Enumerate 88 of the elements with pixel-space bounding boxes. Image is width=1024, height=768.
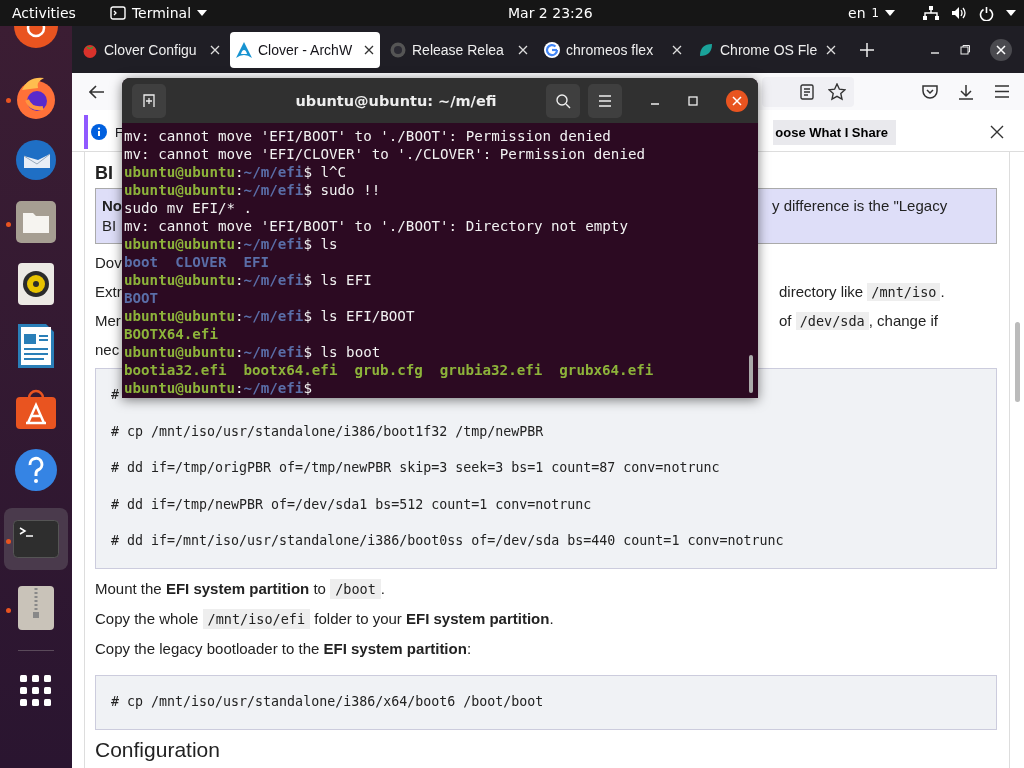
activities-button[interactable]: Activities <box>12 5 76 21</box>
terminal-line: ubuntu@ubuntu:~/m/efi$ l^C <box>124 163 348 181</box>
clock[interactable]: Mar 2 23:26 <box>508 5 593 21</box>
terminal-line: mv: cannot move 'EFI/BOOT' to './BOOT': Directory not empty <box>124 217 629 235</box>
close-icon[interactable] <box>726 89 748 112</box>
menu-icon[interactable] <box>994 85 1010 98</box>
paragraph-text: Copy the legacy bootloader to the EFI system partition: <box>95 638 473 659</box>
folder-icon <box>16 201 56 243</box>
paragraph-text: Copy the whole /mnt/iso/efi folder to your EFI system partition. <box>95 608 555 629</box>
app-grid-icon[interactable] <box>20 675 52 707</box>
document-icon <box>18 324 54 368</box>
paragraph-text: directory like /mnt/iso . <box>779 282 945 302</box>
paragraph-text: Mer <box>95 311 121 331</box>
back-arrow-icon[interactable] <box>89 84 105 99</box>
terminal-line: ubuntu@ubuntu:~/m/efi$ sudo !! <box>124 181 382 199</box>
notification-text: F <box>115 124 123 140</box>
app-menu[interactable]: Terminal <box>109 5 208 21</box>
arch-logo-icon <box>236 41 252 58</box>
browser-tab[interactable]: Release Relea <box>384 31 534 68</box>
menu-button[interactable] <box>588 83 622 118</box>
note-text: y difference is the "Legacy <box>772 196 948 216</box>
browser-tab[interactable]: chromeos flex <box>538 31 688 68</box>
scrollbar-thumb[interactable] <box>749 355 753 393</box>
paragraph-text: nec <box>95 340 120 360</box>
pocket-icon[interactable] <box>922 84 938 99</box>
star-icon[interactable] <box>828 82 846 101</box>
close-icon[interactable] <box>364 44 374 55</box>
terminal-line: bootia32.efi bootx64.efi grub.cfg grubia32.efi grubx64.efi <box>124 361 655 379</box>
paragraph-text: of /dev/sda , change if <box>779 311 938 331</box>
new-tab-icon <box>141 92 157 109</box>
terminal-line: ubuntu@ubuntu:~/m/efi$ ls <box>124 235 339 253</box>
section-heading: Configuration <box>95 737 220 761</box>
terminal-line: ubuntu@ubuntu:~/m/efi$ ls boot <box>124 343 382 361</box>
browser-tab[interactable]: Clover Configu <box>76 31 226 68</box>
help-icon <box>14 448 58 492</box>
scrollbar-thumb[interactable] <box>1015 322 1020 402</box>
speaker-icon <box>18 263 54 305</box>
address-bar[interactable] <box>762 76 854 107</box>
volume-icon[interactable] <box>951 6 967 20</box>
section-heading: BI <box>95 162 113 185</box>
info-icon <box>91 124 107 140</box>
code-line: # cp /mnt/iso/usr/standalone/i386/x64/boot6 /boot/boot <box>111 692 544 711</box>
caret-icon[interactable] <box>1006 10 1016 16</box>
terminal-line: ubuntu@ubuntu:~/m/efi$ <box>124 379 313 397</box>
terminal-line: mv: cannot move 'EFI/BOOT' to './BOOT': Permission denied <box>124 127 612 145</box>
paragraph-text: Extr <box>95 282 122 302</box>
google-g-icon <box>544 41 560 58</box>
restore-icon[interactable] <box>960 44 970 55</box>
new-tab-icon[interactable] <box>860 42 874 57</box>
paragraph-text: Dov <box>95 253 122 273</box>
close-icon[interactable] <box>990 125 1004 139</box>
network-icon[interactable] <box>923 6 939 20</box>
code-line: # <box>111 386 119 404</box>
terminal-line: BOOT <box>124 289 160 307</box>
download-icon[interactable] <box>958 83 974 100</box>
terminal-line: ubuntu@ubuntu:~/m/efi$ ls EFI/BOOT <box>124 307 416 325</box>
code-line: # dd if=/tmp/newPBR of=/dev/sda1 bs=512 count=1 conv=notrunc <box>111 495 592 514</box>
menu-icon <box>598 94 612 107</box>
choose-share-button[interactable]: oose What I Share <box>773 119 896 145</box>
browser-tab[interactable]: Chrome OS Fle <box>692 31 842 68</box>
paragraph-text: Mount the EFI system partition to /boot . <box>95 578 386 599</box>
ubuntu-logo-icon <box>14 26 58 48</box>
terminal-line: ubuntu@ubuntu:~/m/efi$ ls EFI <box>124 271 373 289</box>
terminal-icon <box>13 520 59 558</box>
terminal-line: boot CLOVER EFI <box>124 253 271 271</box>
caret-icon <box>197 10 208 16</box>
code-line: # dd if=/mnt/iso/usr/standalone/i386/boot0ss of=/dev/sda bs=440 count=1 conv=notrunc <box>111 532 784 551</box>
archive-icon <box>18 586 54 630</box>
note-text: BI <box>102 216 117 236</box>
note-text: No <box>102 196 122 216</box>
leaf-logo-icon <box>698 41 714 58</box>
new-tab-button[interactable] <box>132 83 166 118</box>
power-icon[interactable] <box>979 5 994 21</box>
terminal-line: mv: cannot move 'EFI/CLOVER' to './CLOVER': Permission denied <box>124 145 647 163</box>
code-line: # cp /mnt/iso/usr/standalone/i386/boot1f32 /tmp/newPBR <box>111 422 544 441</box>
maximize-icon[interactable] <box>688 95 698 106</box>
search-icon <box>555 92 571 109</box>
terminal-icon <box>109 6 126 20</box>
reader-view-icon[interactable] <box>800 83 814 100</box>
fox-globe-icon <box>14 76 58 120</box>
terminal-line: BOOTX64.efi <box>124 325 219 343</box>
browser-tab[interactable]: Clover - ArchW <box>230 31 380 68</box>
close-icon[interactable] <box>990 38 1012 61</box>
terminal-line: sudo mv EFI/* . <box>124 199 254 217</box>
window-title: ubuntu@ubuntu: ~/m/efi <box>294 92 498 109</box>
code-line: # dd if=/tmp/origPBR of=/tmp/newPBR skip=3 seek=3 bs=1 count=87 conv=notrunc <box>111 459 720 478</box>
caret-icon <box>885 10 895 16</box>
search-button[interactable] <box>546 83 580 118</box>
